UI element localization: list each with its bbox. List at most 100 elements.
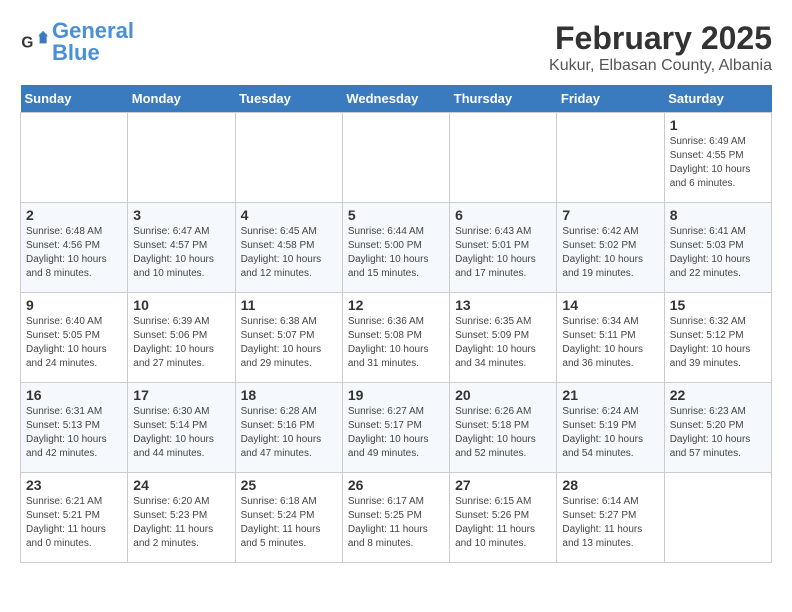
calendar-day-cell: 2Sunrise: 6:48 AM Sunset: 4:56 PM Daylig… xyxy=(21,203,128,293)
calendar-day-cell xyxy=(235,113,342,203)
day-info: Sunrise: 6:15 AM Sunset: 5:26 PM Dayligh… xyxy=(455,495,551,551)
day-number: 10 xyxy=(133,297,229,313)
calendar-day-cell xyxy=(450,113,557,203)
day-info: Sunrise: 6:28 AM Sunset: 5:16 PM Dayligh… xyxy=(241,405,337,461)
calendar-day-cell: 15 Sunrise: 6:32 AM Sunset: 5:12 PM Dayli… xyxy=(664,293,771,383)
day-info: Sunrise: 6:41 AM Sunset: 5:03 PM Dayligh… xyxy=(670,225,766,281)
day-number: 3 xyxy=(133,207,229,223)
day-info: Sunrise: 6:24 AM Sunset: 5:19 PM Dayligh… xyxy=(562,405,658,461)
day-number: 25 xyxy=(241,477,337,493)
day-info: Sunrise: 6:49 AM Sunset: 4:55 PM Dayligh… xyxy=(670,135,766,191)
day-of-week-header: Friday xyxy=(557,85,664,113)
calendar-day-cell: 10Sunrise: 6:39 AM Sunset: 5:06 PM Dayli… xyxy=(128,293,235,383)
calendar-day-cell: 20 Sunrise: 6:26 AM Sunset: 5:18 PM Dayli… xyxy=(450,383,557,473)
calendar-day-cell: 25Sunrise: 6:18 AM Sunset: 5:24 PM Dayli… xyxy=(235,473,342,563)
month-title: February 2025 xyxy=(549,20,772,57)
day-number: 20 xyxy=(455,387,551,403)
calendar-day-cell: 19 Sunrise: 6:27 AM Sunset: 5:17 PM Dayli… xyxy=(342,383,449,473)
calendar-day-cell: 7Sunrise: 6:42 AM Sunset: 5:02 PM Daylig… xyxy=(557,203,664,293)
day-info: Sunrise: 6:38 AM Sunset: 5:07 PM Dayligh… xyxy=(241,315,337,371)
calendar-day-cell xyxy=(21,113,128,203)
day-number: 22 xyxy=(670,387,766,403)
day-info: Sunrise: 6:26 AM Sunset: 5:18 PM Dayligh… xyxy=(455,405,551,461)
day-info: Sunrise: 6:47 AM Sunset: 4:57 PM Dayligh… xyxy=(133,225,229,281)
day-number: 13 xyxy=(455,297,551,313)
calendar-day-cell: 16 Sunrise: 6:31 AM Sunset: 5:13 PM Dayli… xyxy=(21,383,128,473)
calendar-day-cell: 21 Sunrise: 6:24 AM Sunset: 5:19 PM Dayli… xyxy=(557,383,664,473)
calendar-day-cell: 24Sunrise: 6:20 AM Sunset: 5:23 PM Dayli… xyxy=(128,473,235,563)
day-of-week-header: Thursday xyxy=(450,85,557,113)
day-number: 18 xyxy=(241,387,337,403)
day-number: 19 xyxy=(348,387,444,403)
day-info: Sunrise: 6:34 AM Sunset: 5:11 PM Dayligh… xyxy=(562,315,658,371)
day-info: Sunrise: 6:40 AM Sunset: 5:05 PM Dayligh… xyxy=(26,315,122,371)
day-number: 9 xyxy=(26,297,122,313)
day-info: Sunrise: 6:31 AM Sunset: 5:13 PM Dayligh… xyxy=(26,405,122,461)
day-number: 15 xyxy=(670,297,766,313)
day-info: Sunrise: 6:36 AM Sunset: 5:08 PM Dayligh… xyxy=(348,315,444,371)
day-number: 11 xyxy=(241,297,337,313)
day-number: 14 xyxy=(562,297,658,313)
day-number: 1 xyxy=(670,117,766,133)
title-block: February 2025 Kukur, Elbasan County, Alb… xyxy=(549,20,772,75)
day-number: 4 xyxy=(241,207,337,223)
day-number: 21 xyxy=(562,387,658,403)
calendar-day-cell: 18 Sunrise: 6:28 AM Sunset: 5:16 PM Dayli… xyxy=(235,383,342,473)
day-of-week-header: Tuesday xyxy=(235,85,342,113)
calendar-day-cell: 14 Sunrise: 6:34 AM Sunset: 5:11 PM Dayli… xyxy=(557,293,664,383)
location-title: Kukur, Elbasan County, Albania xyxy=(549,57,772,75)
calendar-day-cell xyxy=(128,113,235,203)
day-number: 23 xyxy=(26,477,122,493)
calendar-day-cell: 6Sunrise: 6:43 AM Sunset: 5:01 PM Daylig… xyxy=(450,203,557,293)
calendar-week-row: 9 Sunrise: 6:40 AM Sunset: 5:05 PM Daylig… xyxy=(21,293,772,383)
day-number: 7 xyxy=(562,207,658,223)
day-info: Sunrise: 6:27 AM Sunset: 5:17 PM Dayligh… xyxy=(348,405,444,461)
logo-icon: G xyxy=(20,28,48,56)
day-info: Sunrise: 6:32 AM Sunset: 5:12 PM Dayligh… xyxy=(670,315,766,371)
logo-blue: Blue xyxy=(52,40,100,65)
day-info: Sunrise: 6:21 AM Sunset: 5:21 PM Dayligh… xyxy=(26,495,122,551)
calendar-day-cell xyxy=(557,113,664,203)
day-info: Sunrise: 6:43 AM Sunset: 5:01 PM Dayligh… xyxy=(455,225,551,281)
day-info: Sunrise: 6:44 AM Sunset: 5:00 PM Dayligh… xyxy=(348,225,444,281)
day-info: Sunrise: 6:14 AM Sunset: 5:27 PM Dayligh… xyxy=(562,495,658,551)
calendar-day-cell: 22 Sunrise: 6:23 AM Sunset: 5:20 PM Dayli… xyxy=(664,383,771,473)
calendar-day-cell xyxy=(342,113,449,203)
calendar-day-cell: 4 Sunrise: 6:45 AM Sunset: 4:58 PM Daylig… xyxy=(235,203,342,293)
calendar-day-cell: 28 Sunrise: 6:14 AM Sunset: 5:27 PM Dayli… xyxy=(557,473,664,563)
calendar-day-cell: 13 Sunrise: 6:35 AM Sunset: 5:09 PM Dayli… xyxy=(450,293,557,383)
calendar-day-cell: 27Sunrise: 6:15 AM Sunset: 5:26 PM Dayli… xyxy=(450,473,557,563)
calendar-week-row: 2Sunrise: 6:48 AM Sunset: 4:56 PM Daylig… xyxy=(21,203,772,293)
calendar-day-cell: 5 Sunrise: 6:44 AM Sunset: 5:00 PM Daylig… xyxy=(342,203,449,293)
calendar-day-cell: 9 Sunrise: 6:40 AM Sunset: 5:05 PM Daylig… xyxy=(21,293,128,383)
calendar-week-row: 1 Sunrise: 6:49 AM Sunset: 4:55 PM Daylig… xyxy=(21,113,772,203)
svg-text:G: G xyxy=(21,35,33,52)
day-info: Sunrise: 6:23 AM Sunset: 5:20 PM Dayligh… xyxy=(670,405,766,461)
day-info: Sunrise: 6:30 AM Sunset: 5:14 PM Dayligh… xyxy=(133,405,229,461)
day-number: 28 xyxy=(562,477,658,493)
day-number: 8 xyxy=(670,207,766,223)
day-number: 26 xyxy=(348,477,444,493)
calendar-table: SundayMondayTuesdayWednesdayThursdayFrid… xyxy=(20,85,772,563)
calendar-day-cell: 3 Sunrise: 6:47 AM Sunset: 4:57 PM Daylig… xyxy=(128,203,235,293)
day-of-week-header: Saturday xyxy=(664,85,771,113)
calendar-week-row: 23 Sunrise: 6:21 AM Sunset: 5:21 PM Dayli… xyxy=(21,473,772,563)
calendar-day-cell xyxy=(664,473,771,563)
day-info: Sunrise: 6:35 AM Sunset: 5:09 PM Dayligh… xyxy=(455,315,551,371)
day-number: 5 xyxy=(348,207,444,223)
calendar-day-cell: 8 Sunrise: 6:41 AM Sunset: 5:03 PM Daylig… xyxy=(664,203,771,293)
day-number: 2 xyxy=(26,207,122,223)
calendar-day-cell: 17Sunrise: 6:30 AM Sunset: 5:14 PM Dayli… xyxy=(128,383,235,473)
day-of-week-header: Wednesday xyxy=(342,85,449,113)
day-number: 12 xyxy=(348,297,444,313)
calendar-day-cell: 26 Sunrise: 6:17 AM Sunset: 5:25 PM Dayli… xyxy=(342,473,449,563)
day-info: Sunrise: 6:45 AM Sunset: 4:58 PM Dayligh… xyxy=(241,225,337,281)
day-number: 16 xyxy=(26,387,122,403)
calendar-day-cell: 1 Sunrise: 6:49 AM Sunset: 4:55 PM Daylig… xyxy=(664,113,771,203)
page-header: G General Blue February 2025 Kukur, Elba… xyxy=(20,20,772,75)
calendar-day-cell: 23 Sunrise: 6:21 AM Sunset: 5:21 PM Dayli… xyxy=(21,473,128,563)
day-info: Sunrise: 6:17 AM Sunset: 5:25 PM Dayligh… xyxy=(348,495,444,551)
day-info: Sunrise: 6:20 AM Sunset: 5:23 PM Dayligh… xyxy=(133,495,229,551)
logo: G General Blue xyxy=(20,20,134,64)
calendar-day-cell: 11 Sunrise: 6:38 AM Sunset: 5:07 PM Dayli… xyxy=(235,293,342,383)
